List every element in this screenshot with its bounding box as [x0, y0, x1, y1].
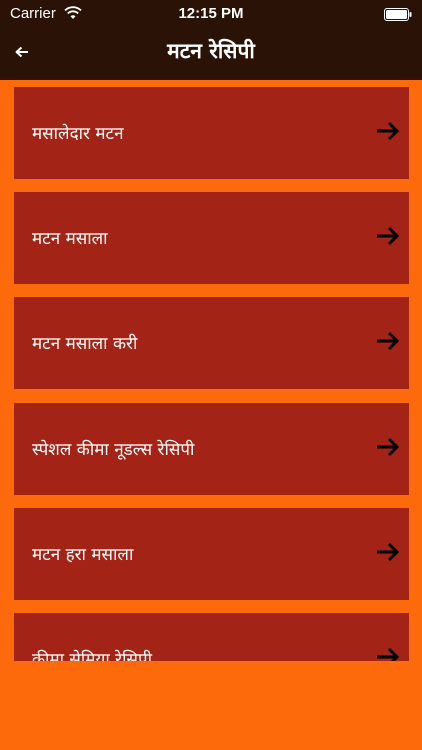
page-title: मटन रेसिपी: [167, 39, 255, 63]
bottom-bar: [0, 661, 422, 750]
arrow-right-icon: [377, 121, 400, 141]
list-item-label: स्पेशल कीमा नूडल्स रेसिपी: [32, 440, 195, 460]
battery-icon: [384, 8, 412, 21]
arrow-right-icon: [377, 542, 400, 562]
list-item[interactable]: मसालेदार मटन: [14, 87, 409, 179]
nav-bar: मटन रेसिपी: [0, 28, 422, 80]
list-item-label: कीमा सेमिया रेसिपी: [32, 650, 153, 661]
status-bar: Carrier 12:15 PM: [0, 0, 422, 28]
list-item-label: मटन मसाला: [32, 229, 108, 249]
arrow-right-icon: [377, 437, 400, 457]
list-item[interactable]: मटन मसाला करी: [14, 297, 409, 389]
list-item-label: मसालेदार मटन: [32, 124, 124, 144]
list-item[interactable]: कीमा सेमिया रेसिपी: [14, 613, 409, 661]
status-time: 12:15 PM: [178, 5, 244, 22]
arrow-right-icon: [377, 331, 400, 351]
list-item-label: मटन मसाला करी: [32, 334, 138, 354]
list-item-label: मटन हरा मसाला: [32, 545, 134, 565]
list-item[interactable]: मटन हरा मसाला: [14, 508, 409, 600]
recipe-list: मसालेदार मटन मटन मसाला मटन मसाला करी स्प…: [14, 87, 409, 661]
arrow-right-icon: [377, 647, 400, 661]
list-item[interactable]: मटन मसाला: [14, 192, 409, 284]
arrow-right-icon: [377, 226, 400, 246]
list-item[interactable]: स्पेशल कीमा नूडल्स रेसिपी: [14, 403, 409, 495]
top-bar: Carrier 12:15 PM मटन रेसिपी: [0, 0, 422, 80]
